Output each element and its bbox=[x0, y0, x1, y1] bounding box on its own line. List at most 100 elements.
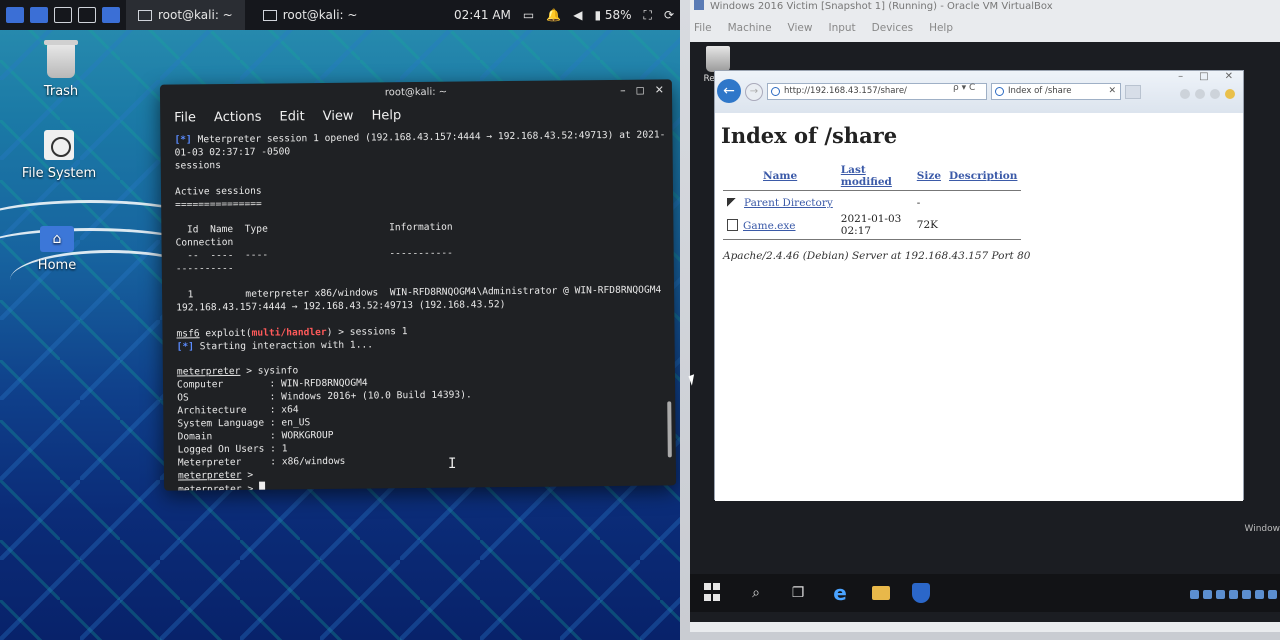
file-explorer-icon[interactable] bbox=[872, 586, 890, 600]
home-icon[interactable] bbox=[1180, 89, 1190, 99]
file-manager-icon[interactable] bbox=[54, 7, 72, 23]
terminal-window[interactable]: root@kali: ~ – ◻ ✕ File Actions Edit Vie… bbox=[159, 79, 677, 491]
desktop-icon-label: Home bbox=[37, 258, 77, 273]
browser-launcher-icon[interactable] bbox=[102, 7, 120, 23]
taskbar-task-label: root@kali: ~ bbox=[158, 8, 233, 22]
terminal-scrollbar[interactable] bbox=[667, 401, 672, 458]
ie-page-icon bbox=[771, 87, 780, 96]
close-icon[interactable]: ✕ bbox=[655, 79, 664, 101]
virtualbox-menubar: File Machine View Input Devices Help bbox=[690, 22, 953, 34]
tray-icon[interactable] bbox=[1216, 590, 1225, 599]
cell-modified bbox=[837, 195, 913, 211]
menu-edit[interactable]: Edit bbox=[279, 109, 304, 124]
terminal-icon bbox=[138, 9, 152, 21]
favorites-icon[interactable] bbox=[1195, 89, 1205, 99]
smiley-feedback-icon[interactable] bbox=[1225, 89, 1235, 99]
window-controls: – □ ✕ bbox=[1178, 71, 1233, 82]
tab-close-icon[interactable]: ✕ bbox=[1108, 84, 1116, 99]
table-row: Parent Directory - bbox=[723, 195, 1021, 211]
volume-icon[interactable]: ◀ bbox=[573, 8, 582, 22]
display-icon[interactable]: ▭ bbox=[523, 8, 534, 22]
tray-icon[interactable] bbox=[1229, 590, 1238, 599]
tray-icon[interactable] bbox=[1255, 590, 1264, 599]
tray-icon[interactable] bbox=[1190, 590, 1199, 599]
cell-modified: 2021-01-03 02:17 bbox=[840, 213, 902, 237]
home-icon: ⌂ bbox=[40, 226, 74, 252]
column-name[interactable]: Name bbox=[723, 162, 837, 191]
maximize-icon[interactable]: □ bbox=[1199, 71, 1208, 82]
vb-menu-file[interactable]: File bbox=[694, 22, 712, 34]
desktop-icon-trash[interactable]: Trash bbox=[6, 40, 116, 99]
desktop-icon-filesystem[interactable]: File System bbox=[4, 130, 114, 181]
terminal-icon bbox=[262, 9, 277, 21]
forward-button[interactable]: → bbox=[745, 83, 763, 101]
column-size[interactable]: Size bbox=[913, 162, 945, 191]
terminal-title: root@kali: ~ bbox=[384, 86, 448, 99]
ibeam-cursor-icon: I bbox=[448, 456, 457, 472]
recycle-bin-icon bbox=[706, 46, 730, 72]
tray-icon[interactable] bbox=[1268, 590, 1277, 599]
table-divider bbox=[723, 239, 1022, 244]
internet-explorer-icon[interactable]: e bbox=[830, 583, 850, 603]
vb-menu-machine[interactable]: Machine bbox=[728, 22, 772, 34]
web-page: Index of /share Name Last modified Size … bbox=[715, 113, 1243, 501]
taskbar-task-label: root@kali: ~ bbox=[282, 8, 358, 22]
virtualbox-window[interactable]: Windows 2016 Victim [Snapshot 1] (Runnin… bbox=[690, 0, 1280, 632]
windows-start-icon[interactable] bbox=[704, 583, 724, 603]
battery-level[interactable]: ▮ 58% bbox=[594, 8, 631, 22]
browser-tab[interactable]: Index of /share ✕ bbox=[991, 83, 1121, 100]
address-url: http://192.168.43.157/share/ bbox=[784, 86, 907, 96]
close-icon[interactable]: ✕ bbox=[1225, 71, 1233, 82]
windows-system-tray bbox=[1190, 590, 1280, 599]
ie-page-icon bbox=[995, 87, 1004, 96]
new-tab-button[interactable] bbox=[1125, 85, 1141, 99]
vb-menu-devices[interactable]: Devices bbox=[872, 22, 913, 34]
maximize-icon[interactable]: ◻ bbox=[636, 80, 645, 102]
clock[interactable]: 02:41 AM bbox=[454, 8, 511, 22]
back-button[interactable]: ← bbox=[717, 79, 741, 103]
browser-toolbar: ← → http://192.168.43.157/share/ ρ ▾ C I… bbox=[715, 71, 1243, 113]
vm-display[interactable]: Recycl ← → http://192.168.43.157/share/ … bbox=[690, 42, 1280, 622]
parent-directory-link[interactable]: Parent Directory bbox=[744, 197, 833, 209]
terminal-launcher-icon[interactable] bbox=[78, 7, 96, 23]
kali-menu-icon[interactable] bbox=[6, 7, 24, 23]
parent-directory-icon bbox=[727, 198, 739, 208]
task-view-icon[interactable]: ❐ bbox=[788, 583, 808, 603]
text-cursor bbox=[258, 482, 266, 491]
power-icon[interactable]: ⟳ bbox=[664, 8, 674, 22]
minimize-icon[interactable]: – bbox=[620, 80, 626, 102]
server-manager-icon[interactable] bbox=[912, 583, 930, 603]
bell-icon[interactable]: 🔔 bbox=[546, 8, 561, 22]
windows-watermark: Window bbox=[1244, 524, 1280, 534]
vb-menu-view[interactable]: View bbox=[788, 22, 813, 34]
taskbar-task-terminal-2[interactable]: root@kali: ~ bbox=[251, 0, 370, 30]
menu-file[interactable]: File bbox=[174, 110, 196, 125]
address-tools[interactable]: ρ ▾ C bbox=[953, 83, 975, 93]
settings-icon[interactable] bbox=[1210, 89, 1220, 99]
tray-icon[interactable] bbox=[1242, 590, 1251, 599]
window-controls: – ◻ ✕ bbox=[620, 79, 664, 101]
desktop-icon-home[interactable]: ⌂ Home bbox=[2, 226, 112, 273]
taskbar-task-terminal-1[interactable]: root@kali: ~ bbox=[126, 0, 245, 30]
game-exe-link[interactable]: Game.exe bbox=[743, 220, 796, 232]
cell-size: 72K bbox=[916, 219, 939, 231]
tray-icon[interactable] bbox=[1203, 590, 1212, 599]
search-icon[interactable]: ⌕ bbox=[746, 583, 766, 603]
filesystem-icon bbox=[44, 130, 74, 160]
column-last-modified[interactable]: Last modified bbox=[837, 162, 913, 191]
trash-icon bbox=[44, 40, 78, 78]
column-description[interactable]: Description bbox=[945, 162, 1021, 191]
vb-menu-input[interactable]: Input bbox=[828, 22, 855, 34]
virtualbox-icon bbox=[694, 0, 704, 10]
menu-view[interactable]: View bbox=[323, 108, 354, 123]
workspace-icon[interactable] bbox=[30, 7, 48, 23]
virtualbox-titlebar[interactable]: Windows 2016 Victim [Snapshot 1] (Runnin… bbox=[694, 0, 1053, 12]
minimize-icon[interactable]: – bbox=[1178, 71, 1183, 82]
menu-actions[interactable]: Actions bbox=[214, 109, 262, 124]
internet-explorer-window[interactable]: ← → http://192.168.43.157/share/ ρ ▾ C I… bbox=[714, 70, 1244, 501]
table-row: Game.exe 2021-01-03 02:17 72K bbox=[723, 211, 1021, 240]
vb-menu-help[interactable]: Help bbox=[929, 22, 953, 34]
menu-help[interactable]: Help bbox=[371, 108, 401, 123]
lock-icon[interactable]: ⛶ bbox=[644, 8, 652, 23]
terminal-output[interactable]: [*] Meterpreter session 1 opened (192.16… bbox=[160, 123, 676, 491]
